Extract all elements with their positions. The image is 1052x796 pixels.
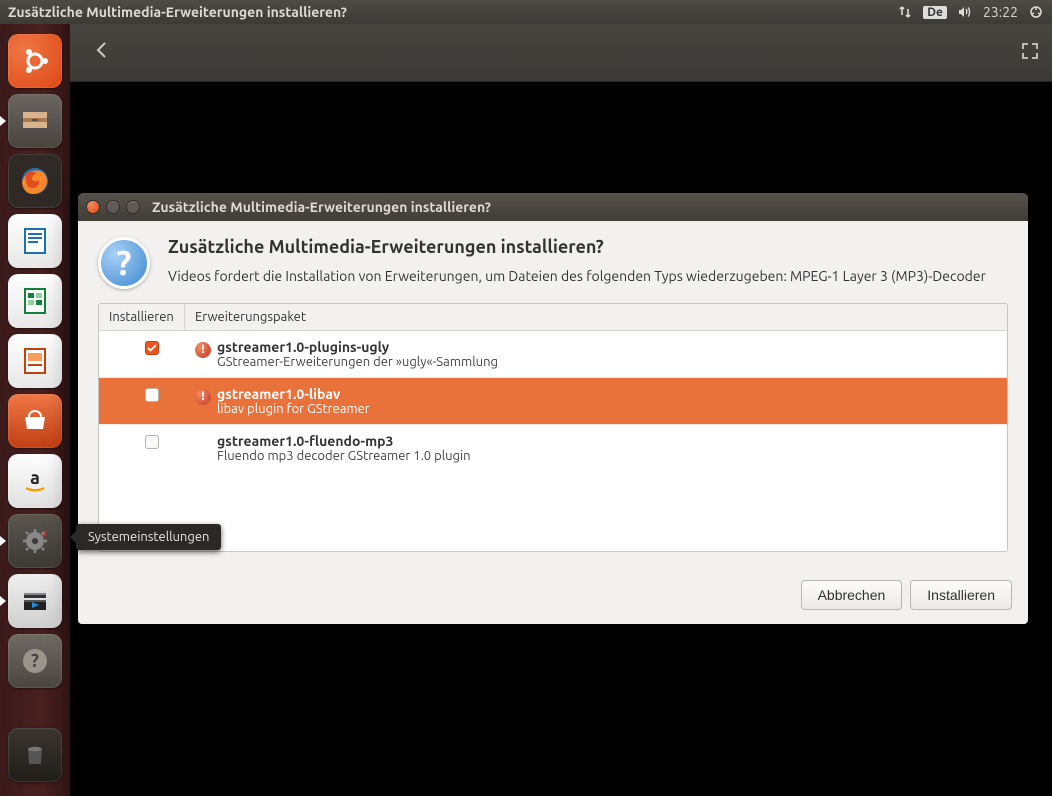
window-minimize-button[interactable] — [106, 200, 120, 214]
launcher-firefox[interactable] — [8, 154, 62, 208]
install-checkbox[interactable] — [145, 435, 159, 449]
window-maximize-button[interactable] — [126, 200, 140, 214]
launcher-settings[interactable] — [8, 514, 62, 568]
install-codecs-dialog: Zusätzliche Multimedia-Erweiterungen ins… — [78, 193, 1028, 624]
unity-launcher: a ? — [0, 24, 70, 796]
package-description: GStreamer-Erweiterungen der »ugly«-Samml… — [217, 355, 997, 369]
svg-text:a: a — [30, 468, 40, 488]
launcher-help[interactable]: ? — [8, 634, 62, 688]
dialog-heading: Zusätzliche Multimedia-Erweiterungen ins… — [168, 237, 1008, 257]
running-indicator-icon — [0, 596, 6, 606]
launcher-calc[interactable] — [8, 274, 62, 328]
dialog-titlebar[interactable]: Zusätzliche Multimedia-Erweiterungen ins… — [78, 193, 1028, 221]
running-indicator-icon — [0, 116, 6, 126]
svg-text:?: ? — [31, 651, 39, 671]
running-indicator-icon — [0, 536, 6, 546]
launcher-amazon[interactable]: a — [8, 454, 62, 508]
top-menubar: Zusätzliche Multimedia-Erweiterungen ins… — [0, 0, 1052, 24]
install-button[interactable]: Installieren — [910, 580, 1012, 610]
package-name: gstreamer1.0-fluendo-mp3 — [217, 433, 997, 449]
dialog-actions: Abbrechen Installieren — [78, 566, 1028, 624]
back-button[interactable] — [82, 34, 122, 71]
launcher-video[interactable] — [8, 574, 62, 628]
launcher-files[interactable] — [8, 94, 62, 148]
sound-indicator[interactable] — [957, 4, 973, 20]
install-checkbox[interactable] — [145, 388, 159, 402]
package-description: Fluendo mp3 decoder GStreamer 1.0 plugin — [217, 449, 997, 463]
window-close-button[interactable] — [86, 200, 100, 214]
package-name: gstreamer1.0-plugins-ugly — [217, 339, 997, 355]
session-indicator[interactable] — [1028, 4, 1044, 20]
background-window-toolbar — [70, 24, 1052, 82]
package-name: gstreamer1.0-libav — [217, 386, 997, 402]
question-icon: ? — [98, 237, 150, 289]
package-table-header: Installieren Erweiterungspaket — [99, 304, 1007, 331]
package-row[interactable]: ! gstreamer1.0-plugins-uglyGStreamer-Erwe… — [99, 331, 1007, 378]
cancel-button[interactable]: Abbrechen — [801, 580, 903, 610]
launcher-impress[interactable] — [8, 334, 62, 388]
launcher-software-center[interactable] — [8, 394, 62, 448]
network-indicator[interactable] — [897, 4, 913, 20]
column-package[interactable]: Erweiterungspaket — [185, 304, 1007, 330]
warning-icon: ! — [195, 389, 211, 405]
clock-indicator[interactable]: 23:22 — [983, 4, 1018, 20]
dialog-title: Zusätzliche Multimedia-Erweiterungen ins… — [152, 199, 491, 215]
window-title: Zusätzliche Multimedia-Erweiterungen ins… — [8, 4, 347, 20]
launcher-dash[interactable] — [8, 34, 62, 88]
package-row[interactable]: ! gstreamer1.0-libavlibav plugin for GStr… — [99, 378, 1007, 425]
warning-icon: ! — [195, 342, 211, 358]
launcher-tooltip: Systemeinstellungen — [76, 524, 221, 550]
package-row[interactable]: gstreamer1.0-fluendo-mp3Fluendo mp3 deco… — [99, 425, 1007, 471]
fullscreen-button[interactable] — [1020, 41, 1040, 64]
package-table: Installieren Erweiterungspaket ! gstreame… — [98, 303, 1008, 552]
keyboard-layout-badge: De — [923, 6, 947, 19]
install-checkbox[interactable] — [145, 341, 159, 355]
launcher-writer[interactable] — [8, 214, 62, 268]
keyboard-indicator[interactable]: De — [923, 6, 947, 19]
launcher-trash[interactable] — [8, 728, 62, 782]
dialog-message: Videos fordert die Installation von Erwe… — [168, 267, 1008, 287]
package-description: libav plugin for GStreamer — [217, 402, 997, 416]
column-install[interactable]: Installieren — [99, 304, 185, 330]
